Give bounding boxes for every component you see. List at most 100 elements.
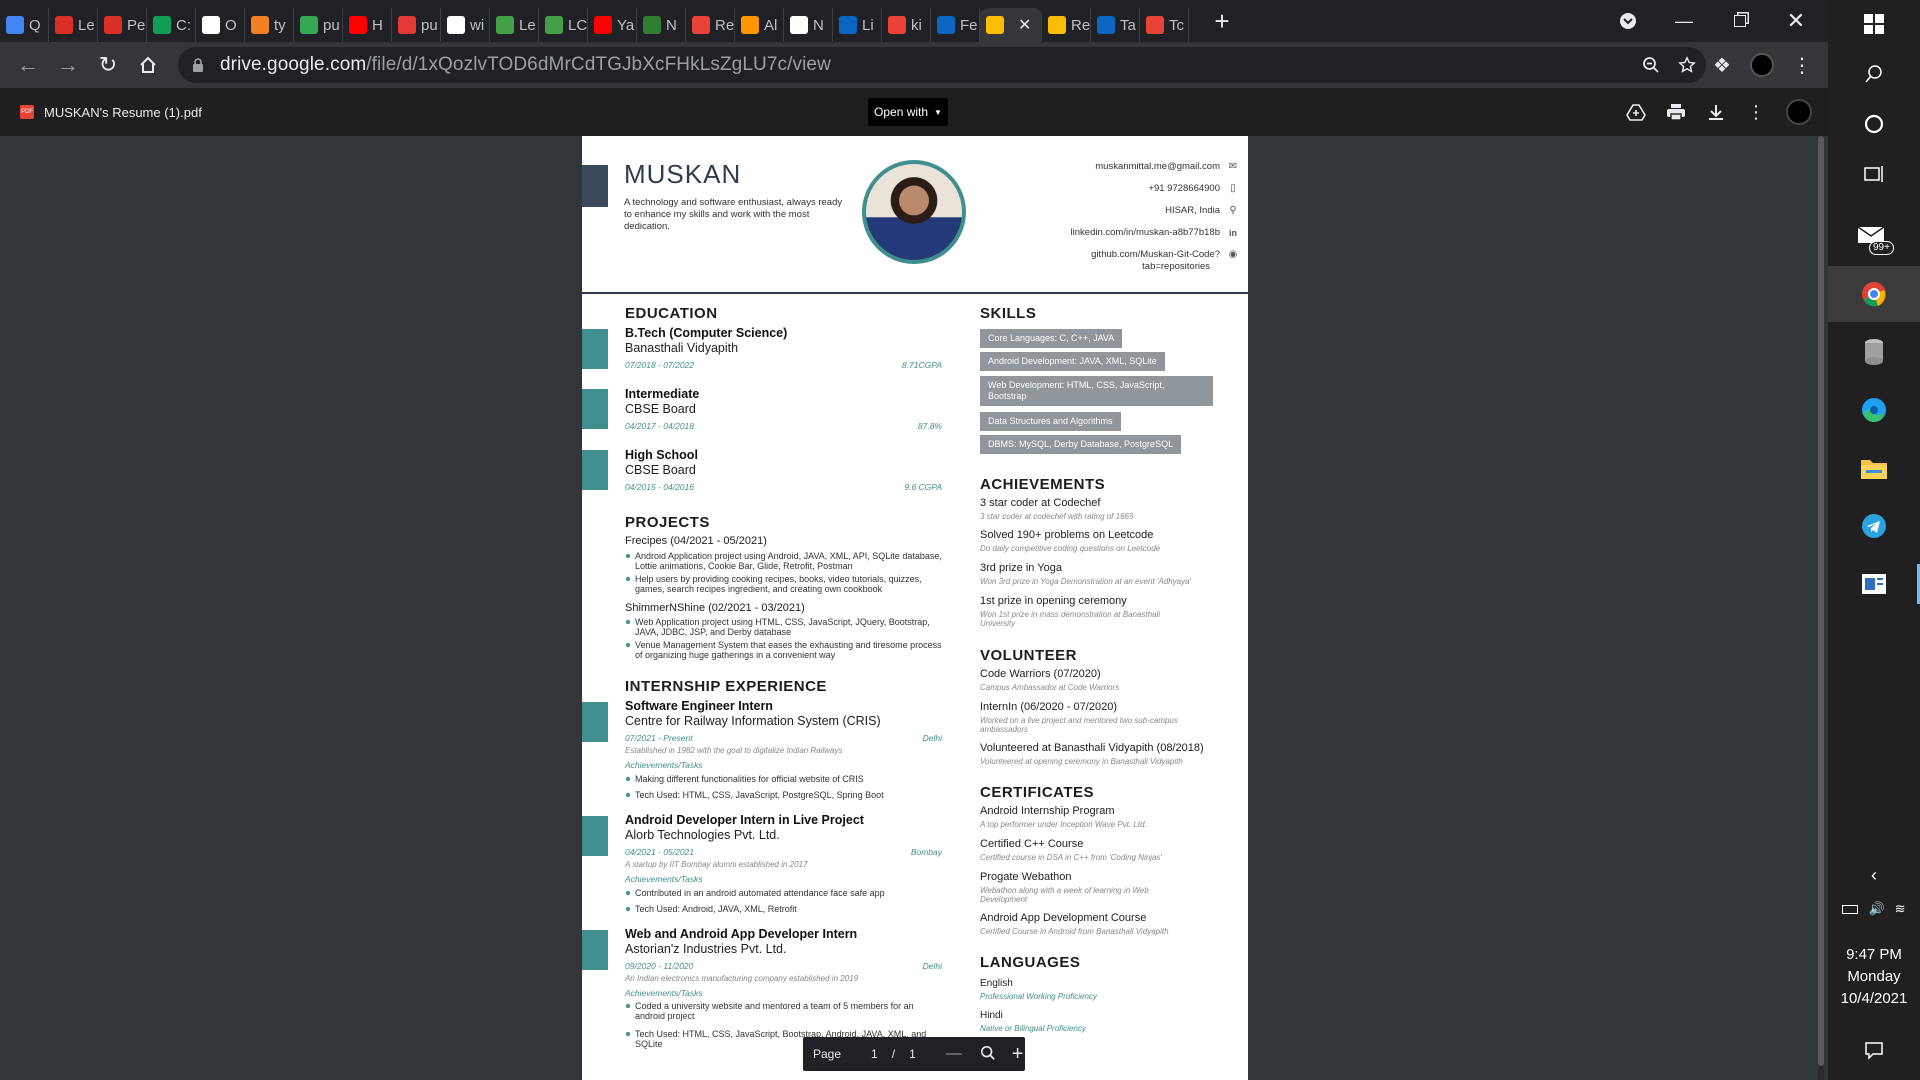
close-tab-icon[interactable]: ✕	[1018, 15, 1031, 35]
bookmark-star-icon[interactable]	[1678, 56, 1696, 74]
browser-tab[interactable]: wi	[441, 8, 490, 42]
show-hidden-icons-button[interactable]: ‹	[1828, 860, 1920, 890]
profile-button[interactable]	[1742, 47, 1782, 83]
browser-tab[interactable]: C:	[147, 8, 196, 42]
taskbar-chrome-app[interactable]	[1828, 266, 1920, 322]
print-button[interactable]	[1656, 92, 1696, 132]
zoom-out-button[interactable]: —	[946, 1045, 962, 1063]
zoom-in-button[interactable]: +	[1012, 1043, 1024, 1066]
browser-tab[interactable]: Pe	[98, 8, 147, 42]
browser-tab[interactable]: Q	[0, 8, 49, 42]
home-button[interactable]	[128, 47, 168, 83]
location-pin-icon: ⚲	[1229, 205, 1237, 216]
url-path: /file/d/1xQozlvTOD6dMrCdTGJbXcFHkLsZgLU7…	[366, 54, 831, 75]
skills-heading: SKILLS	[980, 305, 1037, 322]
internship-heading: INTERNSHIP EXPERIENCE	[625, 678, 827, 695]
internship-place: Delhi	[922, 733, 942, 743]
taskbar-database-app[interactable]	[1828, 324, 1920, 380]
restore-button[interactable]	[1712, 0, 1768, 42]
youtube-icon	[349, 16, 367, 34]
open-with-button[interactable]: Open with ▼	[868, 98, 948, 126]
page-separator: /	[891, 1047, 896, 1061]
internship-marker	[582, 702, 608, 742]
browser-tab[interactable]: Tc	[1140, 8, 1189, 42]
browser-tab[interactable]: Re	[1042, 8, 1091, 42]
tab-label: Li	[862, 16, 874, 34]
task-view-button[interactable]	[1828, 150, 1920, 198]
volume-icon[interactable]: 🔊	[1868, 901, 1884, 917]
gmail-icon	[1146, 16, 1164, 34]
taskbar-edge-app[interactable]	[1828, 382, 1920, 438]
system-tray: 🔊 ≋	[1828, 894, 1920, 924]
tasks-label: Achievements/Tasks	[625, 874, 703, 884]
tab-search-button[interactable]	[1600, 0, 1656, 42]
browser-tab[interactable]: Re	[686, 8, 735, 42]
chrome-swirl-icon	[6, 16, 24, 34]
browser-tab[interactable]: N	[637, 8, 686, 42]
battery-icon[interactable]	[1842, 904, 1859, 914]
reload-button[interactable]: ↻	[88, 47, 128, 83]
browser-tab[interactable]: H	[343, 8, 392, 42]
clock[interactable]: 9:47 PM Monday 10/4/2021	[1828, 944, 1920, 1010]
clock-day: Monday	[1847, 968, 1901, 985]
language-title: Hindi	[980, 1010, 1003, 1021]
browser-tab[interactable]: ty	[245, 8, 294, 42]
address-bar[interactable]: drive.google.com/file/d/1xQozlvTOD6dMrCd…	[178, 47, 1706, 83]
project-bullet: Web Application project using HTML, CSS,…	[625, 617, 945, 637]
extensions-button[interactable]: ❖	[1702, 47, 1742, 83]
browser-tab[interactable]: ki	[882, 8, 931, 42]
browser-tab[interactable]: O	[196, 8, 245, 42]
linkedin-icon	[1097, 16, 1115, 34]
wifi-icon[interactable]: ≋	[1895, 901, 1906, 917]
search-button[interactable]	[1828, 50, 1920, 98]
education-marker	[582, 450, 608, 490]
tab-label: pu	[323, 16, 340, 34]
url-host: drive.google.com	[220, 54, 367, 75]
browser-tab[interactable]: pu	[294, 8, 343, 42]
browser-tab[interactable]: Li	[833, 8, 882, 42]
edu-title: Intermediate	[625, 387, 700, 401]
back-button[interactable]: ←	[8, 47, 48, 83]
browser-tab[interactable]: Le	[490, 8, 539, 42]
language-note: Professional Working Proficiency	[980, 992, 1097, 1001]
browser-tab[interactable]: pu	[392, 8, 441, 42]
internship-company: Centre for Railway Information System (C…	[625, 714, 881, 728]
forward-button[interactable]: →	[48, 47, 88, 83]
viewer-scrollbar[interactable]	[1818, 136, 1824, 1080]
taskbar-mail-app[interactable]: 99+	[1828, 210, 1920, 266]
action-center-button[interactable]	[1828, 1030, 1920, 1070]
clock-date: 10/4/2021	[1840, 990, 1908, 1007]
browser-menu-button[interactable]: ⋮	[1782, 47, 1822, 83]
cortana-button[interactable]	[1828, 100, 1920, 148]
add-to-drive-button[interactable]	[1616, 92, 1656, 132]
browser-tab[interactable]: Le	[49, 8, 98, 42]
page-current[interactable]: 1	[871, 1047, 878, 1061]
browser-tab[interactable]: Al	[735, 8, 784, 42]
taskbar-news-app[interactable]	[1828, 556, 1920, 612]
bracket-icon	[545, 16, 563, 34]
zoom-icon[interactable]	[1642, 56, 1660, 74]
telegram-icon	[1862, 514, 1886, 538]
minimize-button[interactable]: —	[1656, 0, 1712, 42]
internship-title: Web and Android App Developer Intern	[625, 927, 858, 941]
close-window-button[interactable]: ✕	[1768, 0, 1824, 42]
browser-tab[interactable]: LC	[539, 8, 588, 42]
tab-label: Tc	[1169, 16, 1184, 34]
scrollbar-thumb[interactable]	[1818, 136, 1824, 1066]
windows-logo-icon	[1864, 14, 1884, 34]
new-tab-button[interactable]: +	[1207, 6, 1237, 37]
tab-label: Fe	[960, 16, 978, 34]
download-button[interactable]	[1696, 92, 1736, 132]
zoom-reset-button[interactable]	[980, 1045, 996, 1064]
browser-tab[interactable]: Ya	[588, 8, 637, 42]
database-icon	[1865, 339, 1883, 365]
more-actions-button[interactable]: ⋮	[1736, 92, 1776, 132]
viewer-avatar[interactable]	[1786, 99, 1812, 125]
taskbar-file-explorer-app[interactable]	[1828, 440, 1920, 496]
browser-tab[interactable]: ✕	[980, 8, 1042, 42]
browser-tab[interactable]: Ta	[1091, 8, 1140, 42]
browser-tab[interactable]: Fe	[931, 8, 980, 42]
browser-tab[interactable]: N	[784, 8, 833, 42]
start-button[interactable]	[1828, 0, 1920, 48]
taskbar-telegram-app[interactable]	[1828, 498, 1920, 554]
